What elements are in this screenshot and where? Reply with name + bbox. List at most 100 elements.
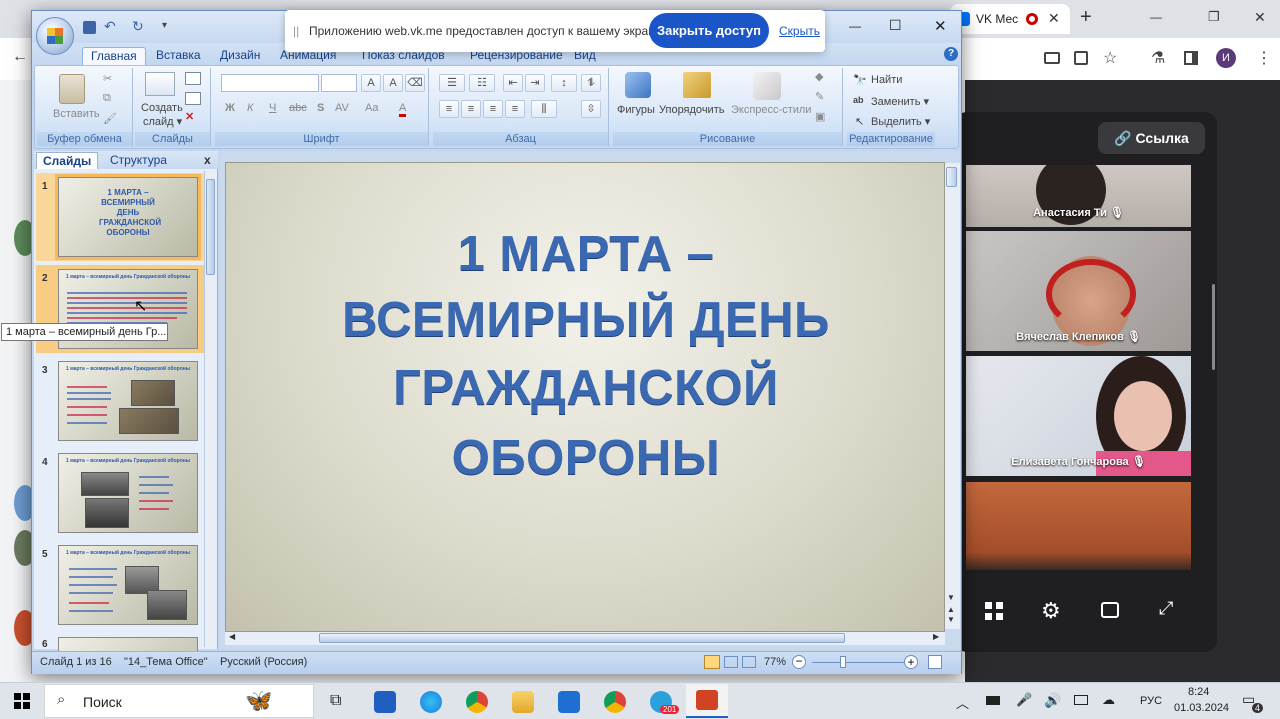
arrange-icon[interactable]	[683, 72, 711, 98]
font-name-dropdown[interactable]	[221, 74, 319, 92]
bookmark-star-icon[interactable]: ☆	[1103, 48, 1117, 68]
tab-close-icon[interactable]: ✕	[1048, 10, 1060, 27]
tab-vk-messenger[interactable]: VK Мес ✕	[950, 4, 1070, 34]
shapes-button[interactable]: Фигуры	[617, 104, 655, 116]
zoom-level[interactable]: 77%	[764, 656, 786, 668]
find-button[interactable]: Найти	[871, 74, 902, 86]
language-indicator[interactable]: РУС	[1140, 695, 1162, 707]
copy-icon[interactable]: ⧉	[103, 92, 111, 105]
vertical-scrollbar[interactable]: ▼ ▲ ▼	[944, 163, 960, 629]
reset-icon[interactable]	[185, 92, 201, 105]
clear-format-button[interactable]: ⌫	[405, 74, 425, 92]
tab-insert[interactable]: Вставка	[148, 47, 209, 65]
pip-icon[interactable]	[1101, 602, 1119, 618]
ppt-maximize-button[interactable]: ☐	[889, 17, 902, 34]
normal-view-icon[interactable]	[704, 655, 720, 669]
line-spacing-button[interactable]: ↕	[551, 74, 577, 92]
slide-title-line-1[interactable]: 1 МАРТА –	[226, 221, 946, 287]
select-button[interactable]: Выделить ▾	[871, 115, 930, 128]
slide-thumbnail[interactable]: 1 МАРТА – ВСЕМИРНЫЙ ДЕНЬ ГРАЖДАНСКОЙ ОБО…	[55, 174, 201, 260]
underline-button[interactable]: Ч	[269, 102, 276, 114]
shape-fill-icon[interactable]: ◆	[815, 70, 823, 83]
scroll-down-icon[interactable]: ▼	[947, 593, 955, 602]
slide-title-line-3[interactable]: ГРАЖДАНСКОЙ	[226, 355, 946, 421]
call-scrollbar[interactable]	[1212, 284, 1215, 370]
numbering-button[interactable]: ☷	[469, 74, 495, 92]
shadow-button[interactable]: S	[317, 102, 324, 114]
tab-design[interactable]: Дизайн	[212, 47, 268, 65]
browser-menu-icon[interactable]: ⋮	[1256, 48, 1272, 68]
volume-icon[interactable]: 🔊	[1044, 692, 1061, 709]
participant-video-4[interactable]	[966, 482, 1191, 570]
scroll-right-icon[interactable]: ▶	[933, 632, 939, 641]
grid-view-icon[interactable]	[985, 602, 1003, 620]
quick-styles-icon[interactable]	[753, 72, 781, 100]
arrange-button[interactable]: Упорядочить	[659, 104, 724, 116]
save-icon[interactable]	[83, 21, 96, 34]
participant-video-3[interactable]: Елизавета Гончарова 🎙	[966, 356, 1191, 476]
strikethrough-button[interactable]: abc	[289, 102, 307, 114]
powerpoint-taskbar-active[interactable]	[686, 684, 728, 718]
show-hidden-icons[interactable]: ︿	[956, 693, 969, 712]
replace-button[interactable]: Заменить ▾	[871, 95, 929, 108]
bullets-button[interactable]: ☰	[439, 74, 465, 92]
microphone-icon[interactable]: 🎤	[1016, 692, 1032, 708]
zoom-in-button[interactable]: +	[904, 655, 918, 669]
browser-restore-button[interactable]: ❐	[1208, 9, 1220, 25]
profile-avatar[interactable]: И	[1216, 48, 1236, 68]
hide-link[interactable]: Скрыть	[779, 24, 820, 38]
ppt-minimize-button[interactable]: —	[849, 19, 861, 33]
paste-button[interactable]: Вставить	[53, 108, 100, 120]
zoom-slider-track[interactable]	[812, 662, 908, 663]
customize-qat-icon[interactable]: ▾	[162, 20, 167, 31]
zoom-out-button[interactable]: −	[792, 655, 806, 669]
shape-outline-icon[interactable]: ✎	[815, 90, 824, 103]
new-slide-label-2[interactable]: слайд ▾	[143, 115, 182, 128]
fit-window-icon[interactable]	[928, 655, 942, 669]
shape-effects-icon[interactable]: ▣	[815, 110, 825, 123]
select-icon[interactable]: ↖	[855, 115, 864, 128]
format-painter-icon[interactable]: 🖌	[103, 112, 117, 125]
chrome-icon[interactable]	[466, 691, 488, 713]
browser-minimize-button[interactable]: —	[1150, 10, 1162, 24]
cloud-icon[interactable]: ☁	[1102, 692, 1115, 708]
new-slide-label-1[interactable]: Создать	[141, 102, 183, 114]
vscroll-thumb[interactable]	[946, 167, 957, 187]
back-arrow-icon[interactable]: ←	[12, 48, 28, 66]
slide-thumbnail-row[interactable]: 1 1 МАРТА – ВСЕМИРНЫЙ ДЕНЬ ГРАЖДАНСКОЙ О…	[36, 173, 208, 261]
increase-indent-button[interactable]: ⇥	[525, 74, 545, 92]
taskbar-search[interactable]: ⌕ Поиск 🦋	[44, 684, 314, 718]
shapes-icon[interactable]	[625, 72, 651, 98]
install-app-icon[interactable]	[1074, 51, 1088, 65]
slide-title-line-2[interactable]: ВСЕМИРНЫЙ ДЕНЬ	[226, 287, 946, 353]
participant-video-2[interactable]: Вячеслав Клепиков 🎙	[966, 231, 1191, 351]
camera-icon[interactable]	[1044, 52, 1060, 64]
battery-icon[interactable]	[986, 696, 1000, 705]
slide-thumbnail[interactable]: 1 марта – всемирный день Гражданской обо…	[58, 453, 198, 533]
edge-icon[interactable]	[420, 691, 442, 713]
task-view-icon[interactable]: ⧉	[330, 692, 341, 710]
pane-close-icon[interactable]: x	[204, 153, 211, 167]
mail-icon[interactable]	[558, 691, 580, 713]
shrink-font-button[interactable]: A	[383, 74, 403, 92]
char-spacing-button[interactable]: AV	[335, 102, 349, 114]
slide-thumbnail-row[interactable]: 6	[36, 633, 208, 653]
undo-icon[interactable]: ↶	[104, 18, 116, 35]
text-direction-button[interactable]: ⥮	[581, 74, 601, 92]
pane-scroll-thumb[interactable]	[206, 179, 215, 275]
slide-thumbnail[interactable]: 1 марта – всемирный день Гражданской обо…	[58, 545, 198, 625]
slide-thumbnail[interactable]: 1 марта – всемирный день Гражданской обо…	[58, 361, 198, 441]
font-color-button[interactable]: A	[399, 102, 407, 117]
clock-date[interactable]: 01.03.2024	[1174, 702, 1229, 714]
cut-icon[interactable]: ✂	[103, 72, 112, 85]
align-text-button[interactable]: ⇳	[581, 100, 601, 118]
fullscreen-icon[interactable]: ⤢	[1159, 598, 1173, 619]
windows-start-icon[interactable]	[14, 693, 30, 709]
ms-store-icon[interactable]	[374, 691, 396, 713]
language-status[interactable]: Русский (Россия)	[220, 656, 307, 668]
justify-button[interactable]: ≡	[505, 100, 525, 118]
new-tab-button[interactable]: +	[1080, 6, 1092, 29]
slide-thumbnail-row[interactable]: 5 1 марта – всемирный день Гражданской о…	[36, 541, 208, 629]
slide-thumbnail-row[interactable]: 4 1 марта – всемирный день Гражданской о…	[36, 449, 208, 537]
hscroll-thumb[interactable]	[319, 633, 845, 643]
